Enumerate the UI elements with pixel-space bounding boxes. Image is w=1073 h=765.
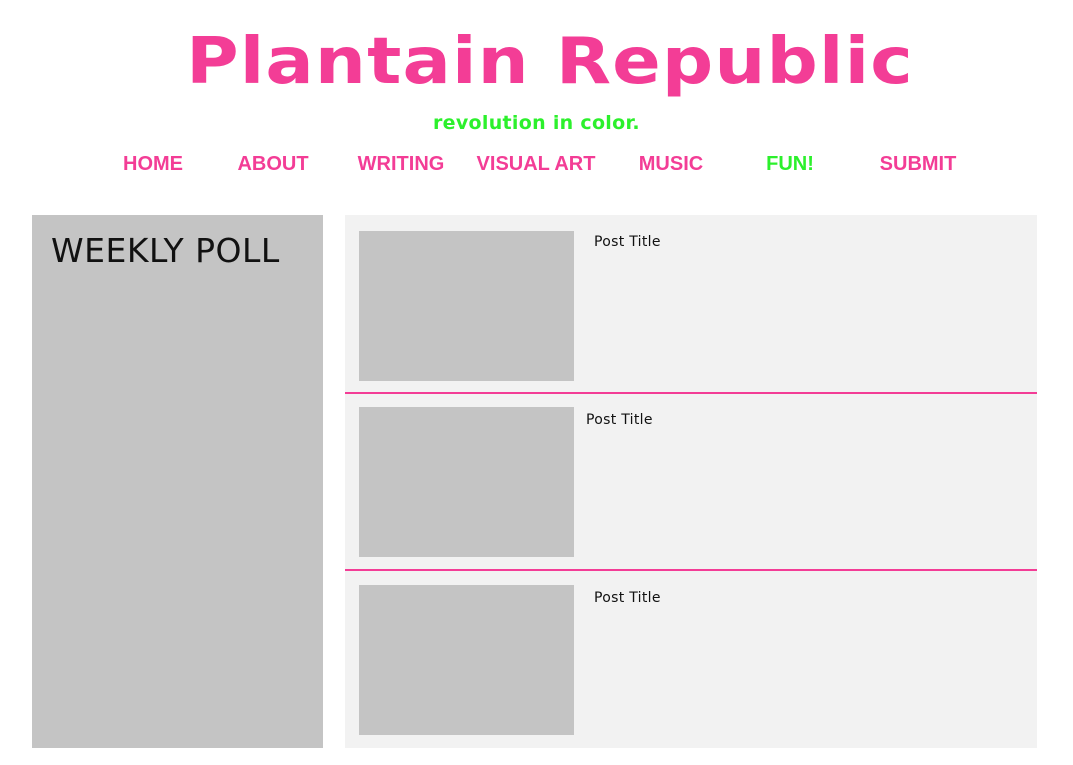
nav-about[interactable]: ABOUT [230, 152, 316, 176]
site-tagline: revolution in color. [433, 112, 640, 134]
post-card[interactable]: Post Title [345, 394, 1037, 569]
post-title[interactable]: Post Title [586, 411, 653, 429]
post-thumbnail[interactable] [359, 231, 574, 381]
post-card[interactable]: Post Title [345, 571, 1037, 748]
post-title[interactable]: Post Title [594, 233, 661, 251]
post-card[interactable]: Post Title [345, 215, 1037, 392]
post-thumbnail[interactable] [359, 585, 574, 735]
nav-submit[interactable]: SUBMIT [872, 152, 964, 176]
nav-music[interactable]: MUSIC [632, 152, 710, 176]
post-thumbnail[interactable] [359, 407, 574, 557]
post-title[interactable]: Post Title [594, 589, 661, 607]
nav-visual-art[interactable]: VISUAL ART [466, 152, 606, 176]
nav-writing[interactable]: WRITING [352, 152, 450, 176]
posts-feed: Post Title Post Title Post Title [345, 215, 1037, 748]
nav-home[interactable]: HOME [114, 152, 192, 176]
site-title[interactable]: Plantain Republic [0, 22, 1073, 102]
weekly-poll-panel: WEEKLY POLL [32, 215, 323, 748]
weekly-poll-title: WEEKLY POLL [51, 231, 280, 270]
nav-fun[interactable]: FUN! [758, 152, 822, 176]
